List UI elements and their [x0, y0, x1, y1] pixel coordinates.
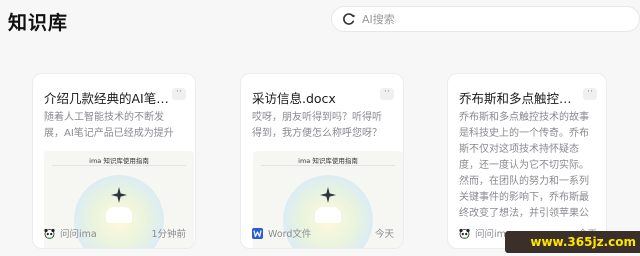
- card-time: 今天: [374, 229, 394, 240]
- card-excerpt: 随着人工智能技术的不断发展，AI笔记产品已经成为提升工作效率...: [44, 112, 174, 139]
- card-footer: Word文件 今天: [252, 226, 394, 240]
- card-title: 介绍几款经典的AI笔记产...: [44, 91, 169, 106]
- ima-panda-icon: [459, 228, 470, 239]
- thumbnail-divider: [261, 165, 395, 166]
- knowledge-card[interactable]: 采访信息.docx ·· 哎呀，朋友听得到吗？听得听得到，我方便怎么称呼您呀？姓…: [240, 73, 404, 249]
- card-title: 乔布斯和多点触控技术的...: [459, 91, 580, 106]
- card-title: 采访信息.docx: [252, 91, 336, 106]
- more-options-button[interactable]: ··: [583, 88, 597, 100]
- page-title: 知识库: [8, 12, 69, 34]
- mascot-figure: [106, 207, 132, 223]
- card-source: 问问ima: [60, 229, 97, 240]
- more-options-button[interactable]: ··: [380, 88, 394, 100]
- card-source: Word文件: [268, 229, 312, 240]
- card-footer: 问问ima 1分钟前: [44, 226, 186, 240]
- thumbnail-divider: [52, 165, 186, 166]
- more-options-button[interactable]: ··: [172, 88, 186, 100]
- sparkle-icon: [111, 187, 127, 203]
- word-file-icon: [252, 227, 263, 239]
- card-excerpt: 哎呀，朋友听得到吗？听得听得到，我方便怎么称呼您呀？姓罗...: [252, 112, 382, 139]
- search-bar[interactable]: [331, 6, 640, 32]
- site-watermark: www.365jz.com: [505, 231, 640, 253]
- knowledge-card[interactable]: 乔布斯和多点触控技术的... ·· 乔布斯和多点触控技术的故事是科技史上的一个传…: [447, 73, 607, 249]
- thumbnail-title: ima 知识库使用指南: [298, 157, 358, 165]
- ima-panda-icon: [44, 228, 55, 239]
- card-time: 1分钟前: [151, 229, 186, 240]
- card-excerpt: 乔布斯和多点触控技术的故事是科技史上的一个传奇。乔布斯不仅对这项技术持怀疑态度，…: [459, 112, 589, 219]
- knowledge-card[interactable]: 介绍几款经典的AI笔记产... ·· 随着人工智能技术的不断发展，AI笔记产品已…: [32, 73, 196, 249]
- sparkle-icon: [320, 187, 336, 203]
- search-input[interactable]: [362, 12, 602, 26]
- header: 知识库: [0, 0, 640, 44]
- ai-search-icon: [342, 12, 356, 26]
- thumbnail-title: ima 知识库使用指南: [89, 157, 149, 165]
- mascot-figure: [315, 207, 341, 223]
